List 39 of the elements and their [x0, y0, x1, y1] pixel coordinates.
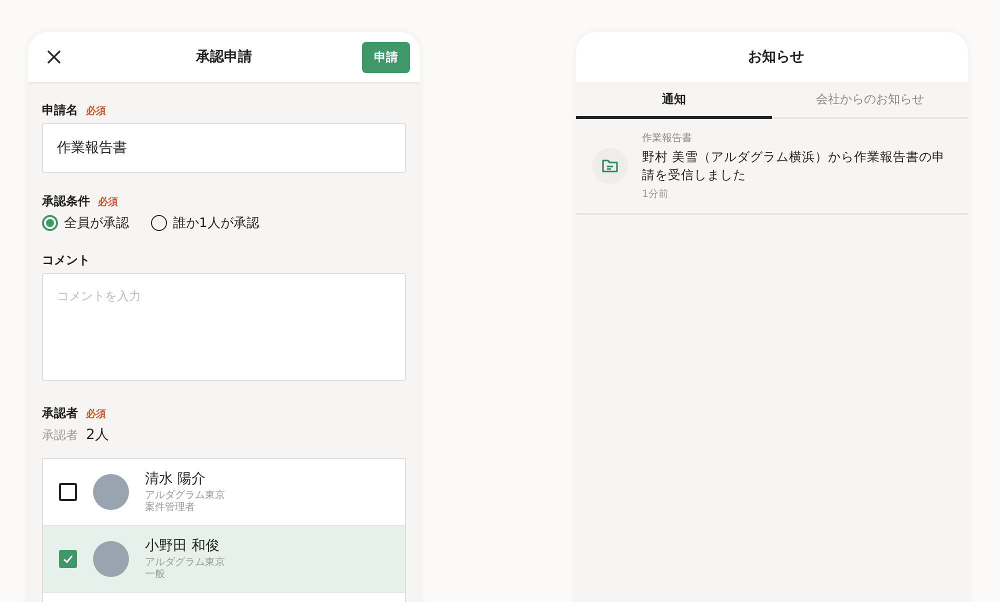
- panel-title: 承認申請: [196, 48, 252, 66]
- field-label: 承認条件: [42, 193, 90, 210]
- input-field[interactable]: 作業報告書: [42, 123, 406, 173]
- avatar-placeholder: [93, 541, 129, 577]
- checkbox[interactable]: [59, 483, 77, 501]
- radio-label: 全員が承認: [64, 215, 129, 232]
- approver-row[interactable]: 小野田 和俊 アルダグラム東京 一般: [43, 526, 405, 593]
- comment-field[interactable]: コメントを入力: [42, 273, 406, 381]
- count-label: 承認者: [42, 427, 78, 444]
- check-icon: [62, 553, 74, 565]
- checkbox[interactable]: [59, 550, 77, 568]
- count-value: 2人: [86, 426, 109, 444]
- approver-company: アルダグラム東京: [145, 490, 225, 502]
- folder-icon: [592, 148, 628, 184]
- radio-label: 誰か1人が承認: [173, 215, 260, 232]
- notification-category: 作業報告書: [642, 132, 693, 145]
- radio-button[interactable]: [42, 215, 58, 231]
- required-label: 必須: [98, 196, 118, 209]
- notification-message: 野村 美雪（アルダグラム横浜）から作業報告書の申請を受信しました: [642, 148, 946, 184]
- field-label: 申請名: [42, 102, 78, 119]
- approver-role: 一般: [145, 569, 166, 582]
- approver-name: 清水 陽介: [145, 470, 206, 488]
- close-icon[interactable]: [46, 49, 62, 65]
- required-label: 必須: [86, 408, 106, 421]
- required-label: 必須: [86, 104, 106, 118]
- approver-role: 案件管理者: [145, 502, 196, 514]
- tab[interactable]: 通知: [576, 82, 772, 119]
- notification-time: 1分前: [642, 188, 670, 202]
- approver-company: アルダグラム東京: [145, 556, 225, 569]
- field-label: 承認者: [42, 405, 78, 422]
- radio-option[interactable]: 全員が承認: [42, 214, 129, 232]
- radio-option[interactable]: 誰か1人が承認: [151, 214, 260, 232]
- notification-item[interactable]: 作業報告書 野村 美雪（アルダグラム横浜）から作業報告書の申請を受信しました 1分前: [576, 119, 968, 216]
- avatar-placeholder: [93, 474, 129, 510]
- field-label: コメント: [42, 252, 90, 269]
- radio-button[interactable]: [151, 215, 167, 231]
- submit-button[interactable]: 申請: [362, 42, 410, 72]
- panel-title: お知らせ: [748, 48, 804, 66]
- approver-name: 小野田 和俊: [145, 536, 220, 554]
